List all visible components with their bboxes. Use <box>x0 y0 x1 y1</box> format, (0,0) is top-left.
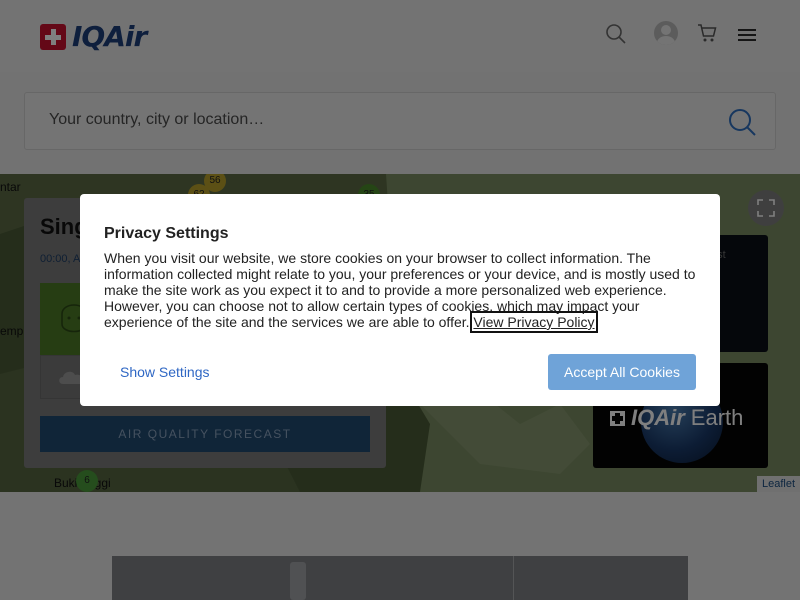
dialog-body-text: When you visit our website, we store coo… <box>104 250 696 330</box>
privacy-settings-dialog: Privacy Settings When you visit our webs… <box>80 194 720 406</box>
accept-all-cookies-button[interactable]: Accept All Cookies <box>548 354 696 390</box>
show-settings-button[interactable]: Show Settings <box>120 364 210 380</box>
dialog-body: When you visit our website, we store coo… <box>104 250 704 333</box>
dialog-title: Privacy Settings <box>104 225 229 242</box>
privacy-policy-link[interactable]: View Privacy Policy <box>470 311 598 333</box>
